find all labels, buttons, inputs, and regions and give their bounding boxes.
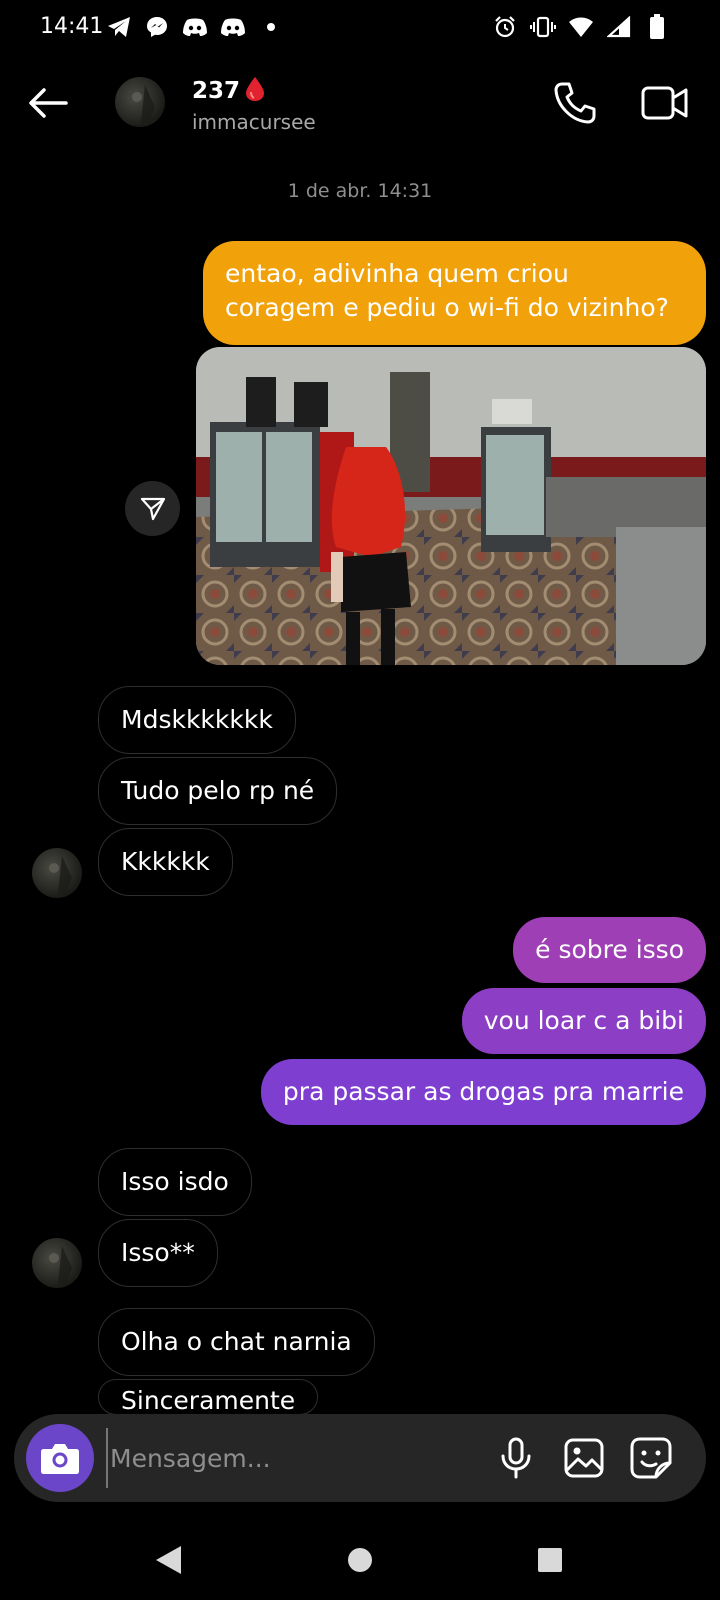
contact-username[interactable]: immacursee bbox=[192, 110, 316, 134]
system-icons bbox=[492, 14, 670, 40]
message-text: é sobre isso bbox=[535, 935, 684, 964]
message-composer bbox=[14, 1414, 706, 1502]
phone-icon[interactable] bbox=[552, 80, 598, 126]
telegram-icon bbox=[106, 14, 132, 40]
discord-icon bbox=[182, 14, 208, 40]
gallery-icon[interactable] bbox=[562, 1436, 606, 1480]
game-screenshot-image bbox=[196, 347, 706, 665]
photo-message[interactable] bbox=[196, 347, 706, 665]
message-line: entao, adivinha quem criou bbox=[225, 259, 569, 288]
outgoing-message[interactable]: entao, adivinha quem criou coragem e ped… bbox=[203, 241, 706, 345]
avatar[interactable] bbox=[32, 1238, 82, 1288]
message-input[interactable] bbox=[106, 1428, 486, 1488]
message-text: Kkkkkk bbox=[121, 847, 210, 876]
nav-home-icon[interactable] bbox=[338, 1538, 382, 1582]
notification-icons bbox=[106, 14, 284, 40]
message-text: Isso isdo bbox=[121, 1167, 229, 1196]
contact-name-row[interactable]: 237 bbox=[192, 76, 266, 106]
avatar[interactable] bbox=[32, 848, 82, 898]
incoming-message[interactable]: Olha o chat narnia bbox=[98, 1308, 375, 1376]
incoming-message[interactable]: Mdskkkkkkk bbox=[98, 686, 296, 754]
incoming-message[interactable]: Kkkkkk bbox=[98, 828, 233, 896]
message-text: Mdskkkkkkk bbox=[121, 705, 273, 734]
system-navigation-bar bbox=[0, 1520, 720, 1600]
back-arrow-icon[interactable] bbox=[26, 80, 72, 126]
messenger-icon bbox=[144, 14, 170, 40]
incoming-message[interactable]: Isso isdo bbox=[98, 1148, 252, 1216]
conversation-timestamp: 1 de abr. 14:31 bbox=[287, 180, 433, 202]
wifi-icon bbox=[568, 14, 594, 40]
dot-icon bbox=[258, 14, 284, 40]
alarm-icon bbox=[492, 14, 518, 40]
message-text: Olha o chat narnia bbox=[121, 1327, 352, 1356]
battery-icon bbox=[644, 14, 670, 40]
sticker-icon[interactable] bbox=[629, 1436, 673, 1480]
incoming-message[interactable]: Sinceramente bbox=[98, 1379, 319, 1415]
message-text: Tudo pelo rp né bbox=[121, 776, 315, 805]
message-text: Sinceramente bbox=[121, 1386, 296, 1415]
nav-recents-icon[interactable] bbox=[528, 1538, 572, 1582]
message-text: pra passar as drogas pra marrie bbox=[282, 1077, 684, 1106]
microphone-icon[interactable] bbox=[494, 1436, 538, 1480]
message-line: coragem e pediu o wi-fi do vizinho? bbox=[225, 293, 669, 322]
blood-drop-icon bbox=[244, 76, 266, 106]
signal-icon bbox=[606, 14, 632, 40]
outgoing-message[interactable]: é sobre isso bbox=[513, 917, 706, 983]
message-text: vou loar c a bibi bbox=[483, 1006, 684, 1035]
video-call-icon[interactable] bbox=[640, 80, 690, 126]
nav-back-icon[interactable] bbox=[146, 1538, 190, 1582]
camera-icon[interactable] bbox=[26, 1424, 94, 1492]
share-icon[interactable] bbox=[125, 481, 180, 536]
discord-icon bbox=[220, 14, 246, 40]
incoming-message[interactable]: Tudo pelo rp né bbox=[98, 757, 338, 825]
chat-header: 237 immacursee bbox=[0, 60, 720, 160]
contact-name[interactable]: 237 bbox=[192, 78, 240, 104]
outgoing-message[interactable]: vou loar c a bibi bbox=[461, 988, 706, 1054]
status-time: 14:41 bbox=[40, 14, 104, 39]
status-bar: 14:41 bbox=[0, 0, 720, 56]
vibrate-icon bbox=[530, 14, 556, 40]
avatar[interactable] bbox=[115, 77, 165, 127]
incoming-message[interactable]: Isso** bbox=[98, 1219, 218, 1287]
outgoing-message[interactable]: pra passar as drogas pra marrie bbox=[260, 1059, 706, 1125]
message-text: Isso** bbox=[121, 1238, 195, 1267]
